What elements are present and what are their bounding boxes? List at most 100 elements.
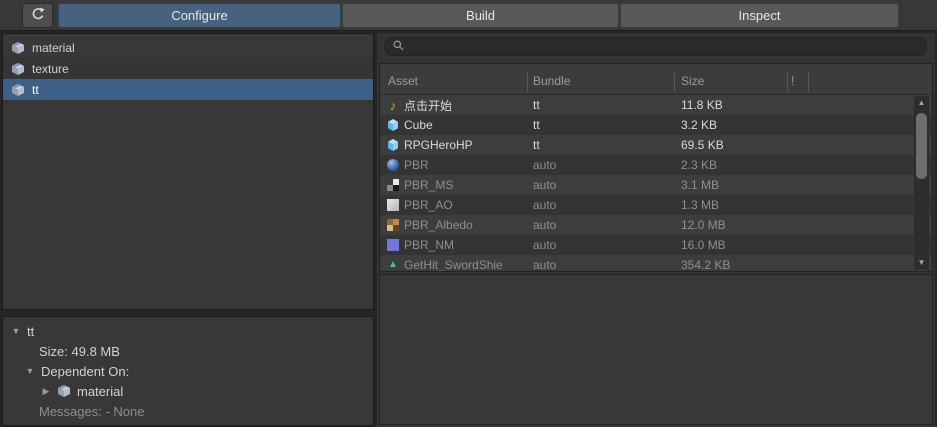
tab-configure[interactable]: Configure	[58, 3, 341, 28]
foldout-closed-icon[interactable]: ▶	[41, 386, 51, 397]
asset-bundle: auto	[533, 178, 557, 192]
tab-inspect-label: Inspect	[738, 8, 781, 23]
prefab-icon	[386, 135, 400, 155]
detail-dependent-line[interactable]: ▼ Dependent On:	[3, 361, 373, 381]
bundle-item-label: material	[32, 40, 75, 55]
scroll-up-icon[interactable]: ▲	[914, 98, 929, 108]
bundle-item-texture[interactable]: texture	[3, 58, 373, 79]
message-panel	[379, 274, 933, 425]
tab-build-label: Build	[466, 8, 495, 23]
bundle-item-material[interactable]: material	[3, 37, 373, 58]
asset-size: 11.8 KB	[681, 98, 723, 112]
tab-build[interactable]: Build	[342, 3, 619, 28]
asset-bundle: auto	[533, 218, 557, 232]
column-divider[interactable]	[527, 73, 528, 92]
bundle-item-label: tt	[32, 82, 39, 97]
scrollbar-thumb[interactable]	[916, 113, 927, 179]
detail-dependency-item[interactable]: ▶ material	[3, 381, 373, 401]
asset-bundle: auto	[533, 238, 557, 252]
asset-name: PBR_Albedo	[404, 218, 473, 232]
asset-bundle-browser-window: Configure Build Inspect material texture…	[0, 0, 937, 427]
toolbar: Configure Build Inspect	[0, 0, 937, 31]
asset-name: 点击开始	[404, 98, 453, 113]
asset-pane: Asset Bundle Size ! ♪ 点击开始 tt 11.8 KB Cu…	[377, 33, 935, 427]
asset-name: PBR_MS	[404, 178, 454, 192]
asset-name: PBR	[404, 158, 429, 172]
search-field[interactable]	[384, 37, 927, 56]
foldout-open-icon[interactable]: ▼	[11, 326, 21, 336]
asset-row[interactable]: PBR_MS auto 3.1 MB	[380, 175, 932, 195]
tab-inspect[interactable]: Inspect	[620, 3, 899, 28]
search-icon	[393, 40, 404, 54]
tab-configure-label: Configure	[171, 8, 228, 23]
bundle-list-panel: material texture tt	[2, 33, 374, 310]
detail-messages-text: Messages: - None	[39, 403, 145, 419]
asset-size: 3.2 KB	[681, 118, 718, 132]
column-divider[interactable]	[808, 73, 809, 92]
asset-name: Cube	[404, 118, 433, 132]
texture-icon	[386, 235, 400, 255]
texture-icon	[386, 175, 400, 195]
detail-size-text: Size: 49.8 MB	[39, 343, 120, 359]
animation-clip-icon: ▲	[388, 259, 398, 270]
asset-bundle-icon	[57, 384, 71, 398]
asset-bundle-icon	[11, 62, 25, 76]
asset-name: PBR_AO	[404, 198, 453, 212]
asset-bundle: auto	[533, 158, 557, 172]
asset-table: Asset Bundle Size ! ♪ 点击开始 tt 11.8 KB Cu…	[379, 63, 933, 272]
asset-bundle-icon	[11, 41, 25, 55]
detail-root[interactable]: ▼ tt	[3, 321, 373, 341]
column-divider[interactable]	[674, 73, 675, 92]
asset-size: 12.0 MB	[681, 218, 726, 232]
asset-size: 354.2 KB	[681, 258, 731, 272]
column-header-size[interactable]: Size	[681, 74, 704, 88]
audio-clip-icon: ♪	[389, 97, 397, 113]
foldout-open-icon[interactable]: ▼	[25, 366, 35, 376]
column-header-asset[interactable]: Asset	[388, 74, 418, 88]
asset-bundle: auto	[533, 198, 557, 212]
asset-bundle: auto	[533, 258, 557, 272]
asset-size: 2.3 KB	[681, 158, 718, 172]
asset-name: RPGHeroHP	[404, 138, 473, 152]
bundle-item-label: texture	[32, 61, 69, 76]
asset-bundle: tt	[533, 98, 540, 112]
search-input[interactable]	[409, 38, 918, 55]
asset-bundle: tt	[533, 118, 540, 132]
asset-name: GetHit_SwordShie	[404, 258, 503, 272]
asset-row[interactable]: PBR_Albedo auto 12.0 MB	[380, 215, 932, 235]
asset-table-header: Asset Bundle Size !	[380, 64, 932, 95]
detail-dependent-label: Dependent On:	[41, 363, 130, 379]
asset-row[interactable]: PBR_AO auto 1.3 MB	[380, 195, 932, 215]
asset-name: PBR_NM	[404, 238, 455, 252]
vertical-scrollbar[interactable]: ▲ ▼	[914, 96, 929, 270]
detail-messages-line: Messages: - None	[3, 401, 373, 421]
asset-row[interactable]: Cube tt 3.2 KB	[380, 115, 932, 135]
scroll-down-icon[interactable]: ▼	[914, 258, 929, 268]
asset-table-body: ♪ 点击开始 tt 11.8 KB Cube tt 3.2 KB RPGHero…	[380, 95, 932, 272]
column-divider[interactable]	[787, 73, 788, 92]
column-header-bundle[interactable]: Bundle	[533, 74, 570, 88]
detail-size-line: Size: 49.8 MB	[3, 341, 373, 361]
column-header-warning[interactable]: !	[791, 74, 794, 88]
bundle-detail-panel: ▼ tt Size: 49.8 MB ▼ Dependent On: ▶ mat…	[2, 316, 374, 426]
asset-size: 69.5 KB	[681, 138, 724, 152]
asset-row[interactable]: PBR auto 2.3 KB	[380, 155, 932, 175]
texture-icon	[386, 215, 400, 235]
prefab-icon	[386, 115, 400, 135]
asset-row[interactable]: PBR_NM auto 16.0 MB	[380, 235, 932, 255]
asset-bundle: tt	[533, 138, 540, 152]
refresh-button[interactable]	[22, 3, 53, 28]
detail-dependency-label: material	[77, 383, 124, 399]
material-icon	[386, 155, 400, 175]
texture-icon	[386, 195, 400, 215]
asset-size: 16.0 MB	[681, 238, 726, 252]
asset-size: 1.3 MB	[681, 198, 720, 212]
detail-bundle-title: tt	[27, 323, 35, 339]
refresh-icon	[30, 6, 46, 25]
asset-row[interactable]: ▲ GetHit_SwordShie auto 354.2 KB	[380, 255, 932, 272]
bundle-item-tt[interactable]: tt	[3, 79, 373, 100]
asset-row[interactable]: ♪ 点击开始 tt 11.8 KB	[380, 95, 932, 115]
asset-bundle-icon	[11, 83, 25, 97]
asset-size: 3.1 MB	[681, 178, 720, 192]
asset-row[interactable]: RPGHeroHP tt 69.5 KB	[380, 135, 932, 155]
